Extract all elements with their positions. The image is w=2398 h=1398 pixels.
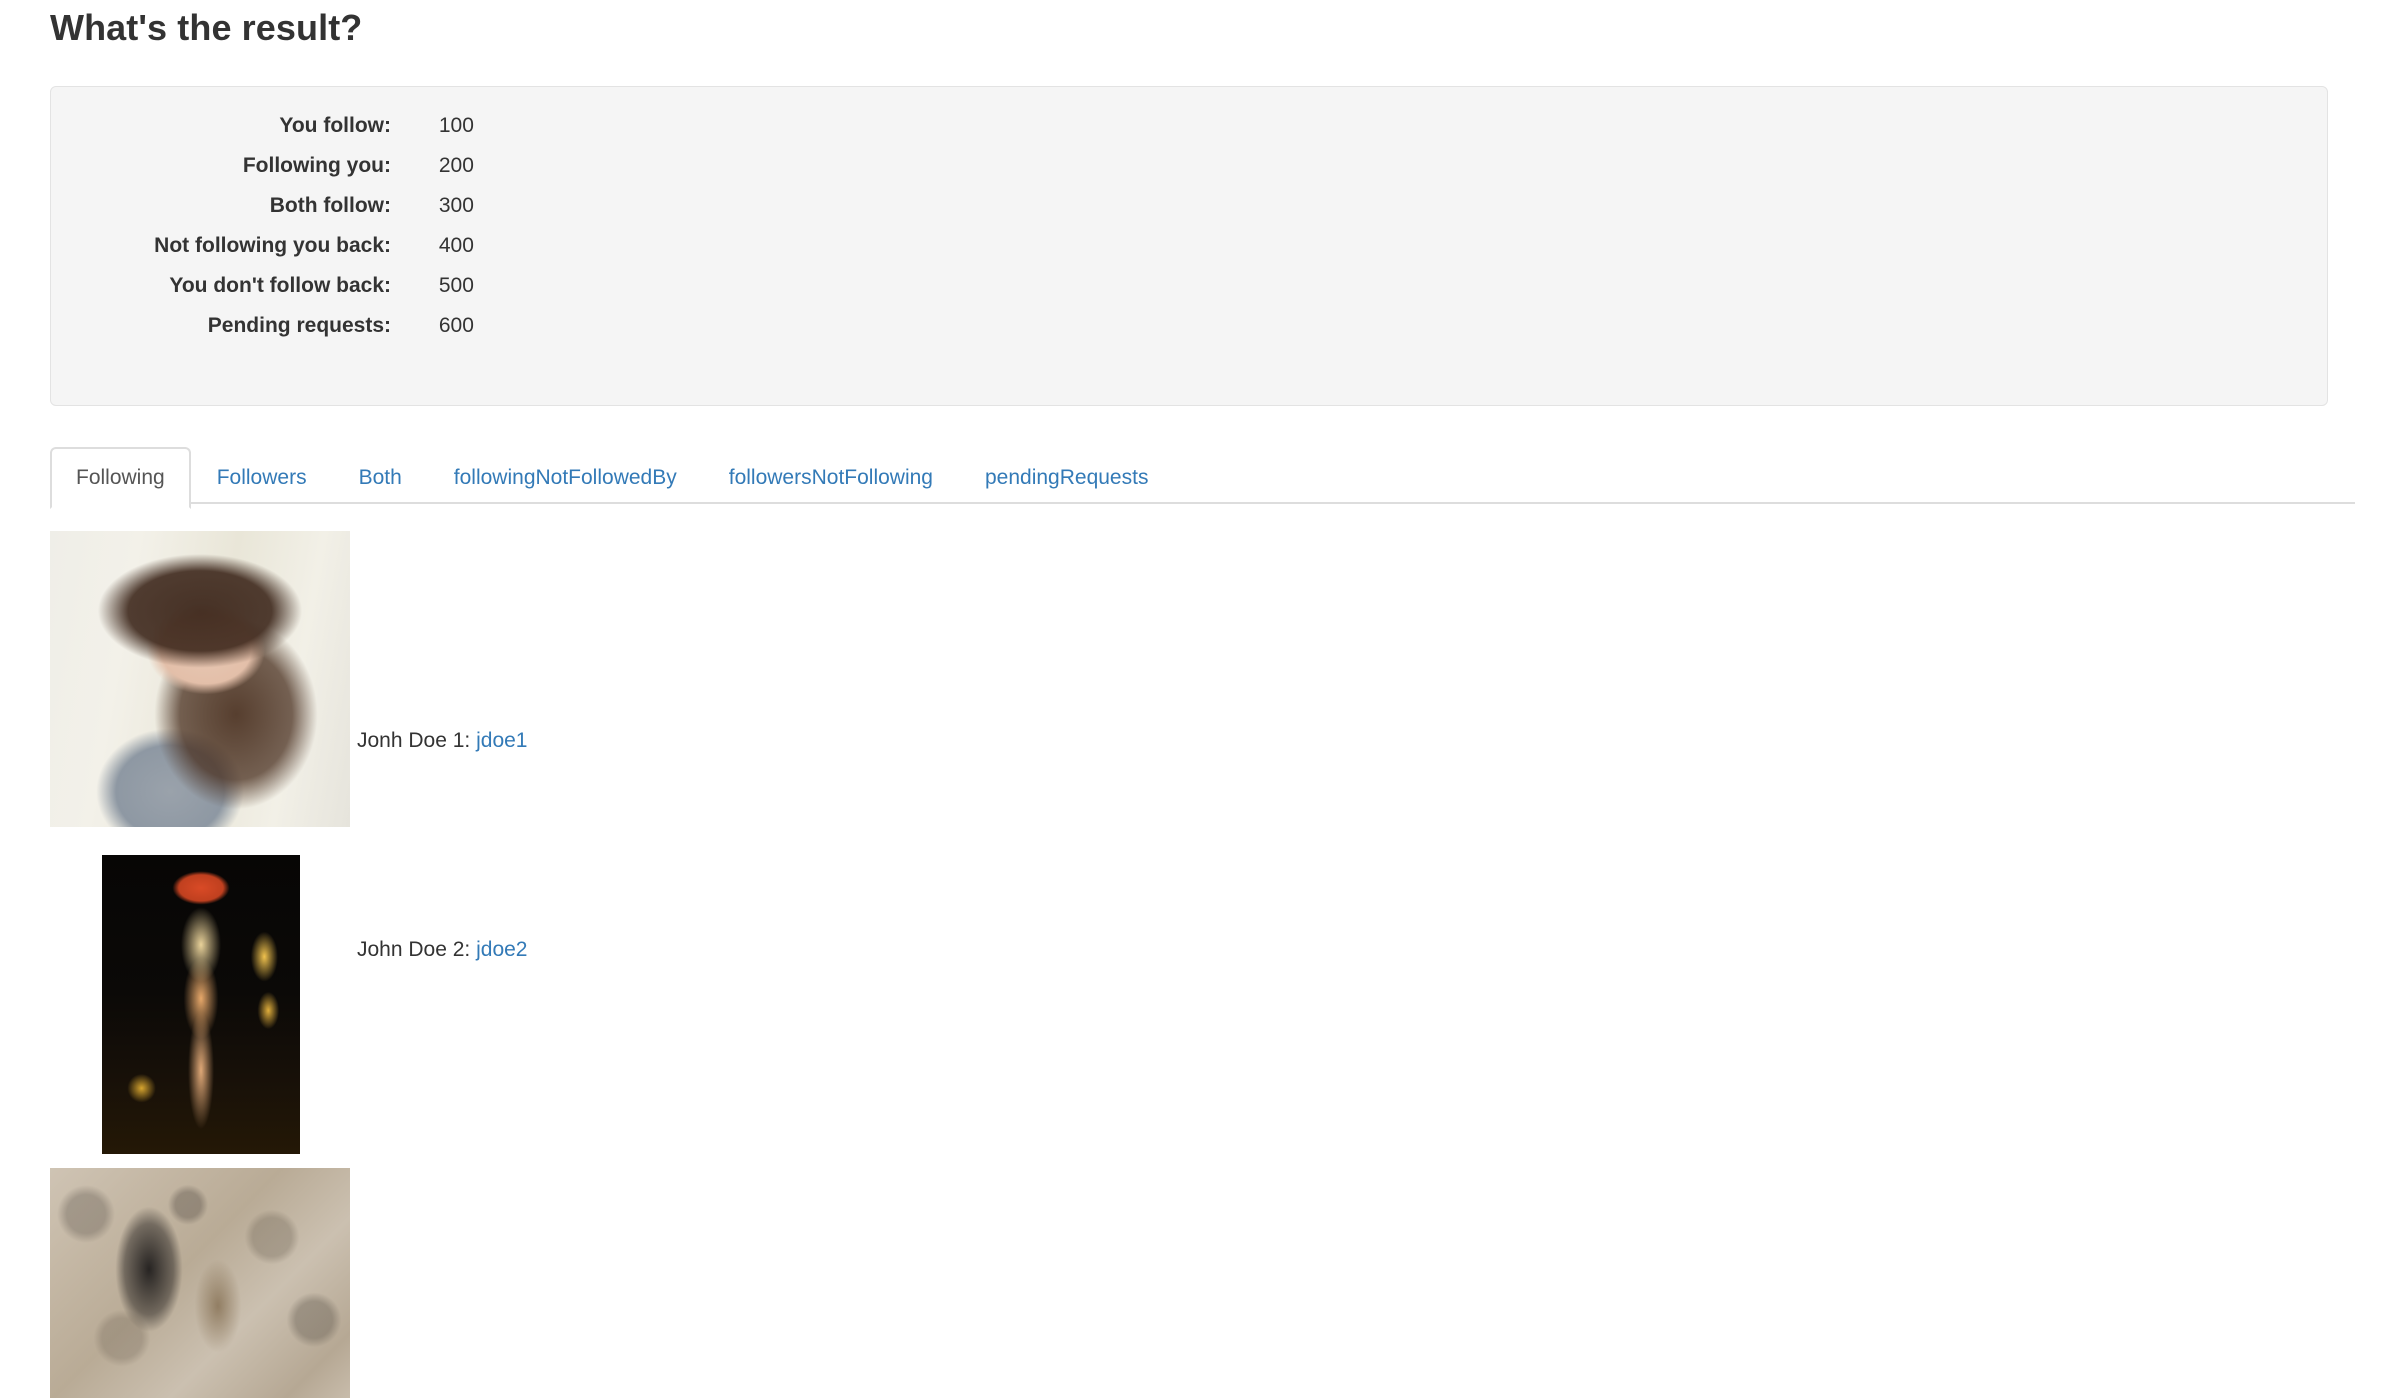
stats-label: You don't follow back:: [169, 274, 391, 297]
tab-followers[interactable]: Followers: [191, 447, 333, 509]
stats-label: Not following you back:: [154, 234, 391, 257]
user-avatar: [102, 855, 300, 1154]
user-avatar: [50, 531, 350, 827]
page-title: What's the result?: [50, 7, 363, 48]
user-avatar: [50, 1168, 350, 1398]
stats-label: Pending requests:: [207, 314, 391, 337]
stats-label: Following you:: [242, 154, 391, 177]
tab-both-link[interactable]: Both: [333, 447, 428, 509]
stats-value: 500: [438, 274, 474, 297]
tab-followers-not-following[interactable]: followersNotFollowing: [703, 447, 959, 509]
user-name: John Doe 2: jdoe2: [357, 935, 527, 965]
stats-label: Both follow:: [269, 194, 391, 217]
stats-row: Both follow: 300: [51, 184, 2327, 224]
runway-model-photo: [102, 855, 300, 1154]
user-fullname: John Doe 2:: [357, 938, 477, 961]
tab-following-link[interactable]: Following: [50, 447, 191, 509]
tab-followers-not-following-link[interactable]: followersNotFollowing: [703, 447, 959, 509]
tab-following-not-followed-by-link[interactable]: followingNotFollowedBy: [428, 447, 703, 509]
rock-texture-photo: [50, 1168, 350, 1398]
user-fullname: Jonh Doe 1:: [357, 729, 477, 752]
stats-panel: You follow: 100 Following you: 200 Both …: [50, 86, 2328, 406]
user-handle-link[interactable]: jdoe2: [476, 938, 527, 961]
stats-row: You follow: 100: [51, 104, 2327, 144]
woman-portrait-photo: [50, 531, 350, 827]
stats-row: Not following you back: 400: [51, 224, 2327, 264]
stats-value: 100: [438, 114, 474, 137]
user-name: Jonh Doe 1: jdoe1: [357, 726, 527, 756]
tab-pending-requests[interactable]: pendingRequests: [959, 447, 1174, 509]
tab-following-not-followed-by[interactable]: followingNotFollowedBy: [428, 447, 703, 509]
stats-list: You follow: 100 Following you: 200 Both …: [51, 104, 2327, 344]
stats-row: Pending requests: 600: [51, 304, 2327, 344]
stats-label: You follow:: [279, 114, 391, 137]
stats-value: 600: [438, 314, 474, 337]
tab-both[interactable]: Both: [333, 447, 428, 509]
tab-followers-link[interactable]: Followers: [191, 447, 333, 509]
page-root: What's the result? You follow: 100 Follo…: [0, 0, 2398, 1398]
tab-bar: Following Followers Both followingNotFol…: [50, 447, 2355, 509]
stats-value: 400: [438, 234, 474, 257]
stats-value: 300: [438, 194, 474, 217]
stats-value: 200: [438, 154, 474, 177]
tab-following[interactable]: Following: [50, 447, 191, 509]
stats-row: You don't follow back: 500: [51, 264, 2327, 304]
tab-pending-requests-link[interactable]: pendingRequests: [959, 447, 1174, 509]
stats-row: Following you: 200: [51, 144, 2327, 184]
user-handle-link[interactable]: jdoe1: [476, 729, 527, 752]
